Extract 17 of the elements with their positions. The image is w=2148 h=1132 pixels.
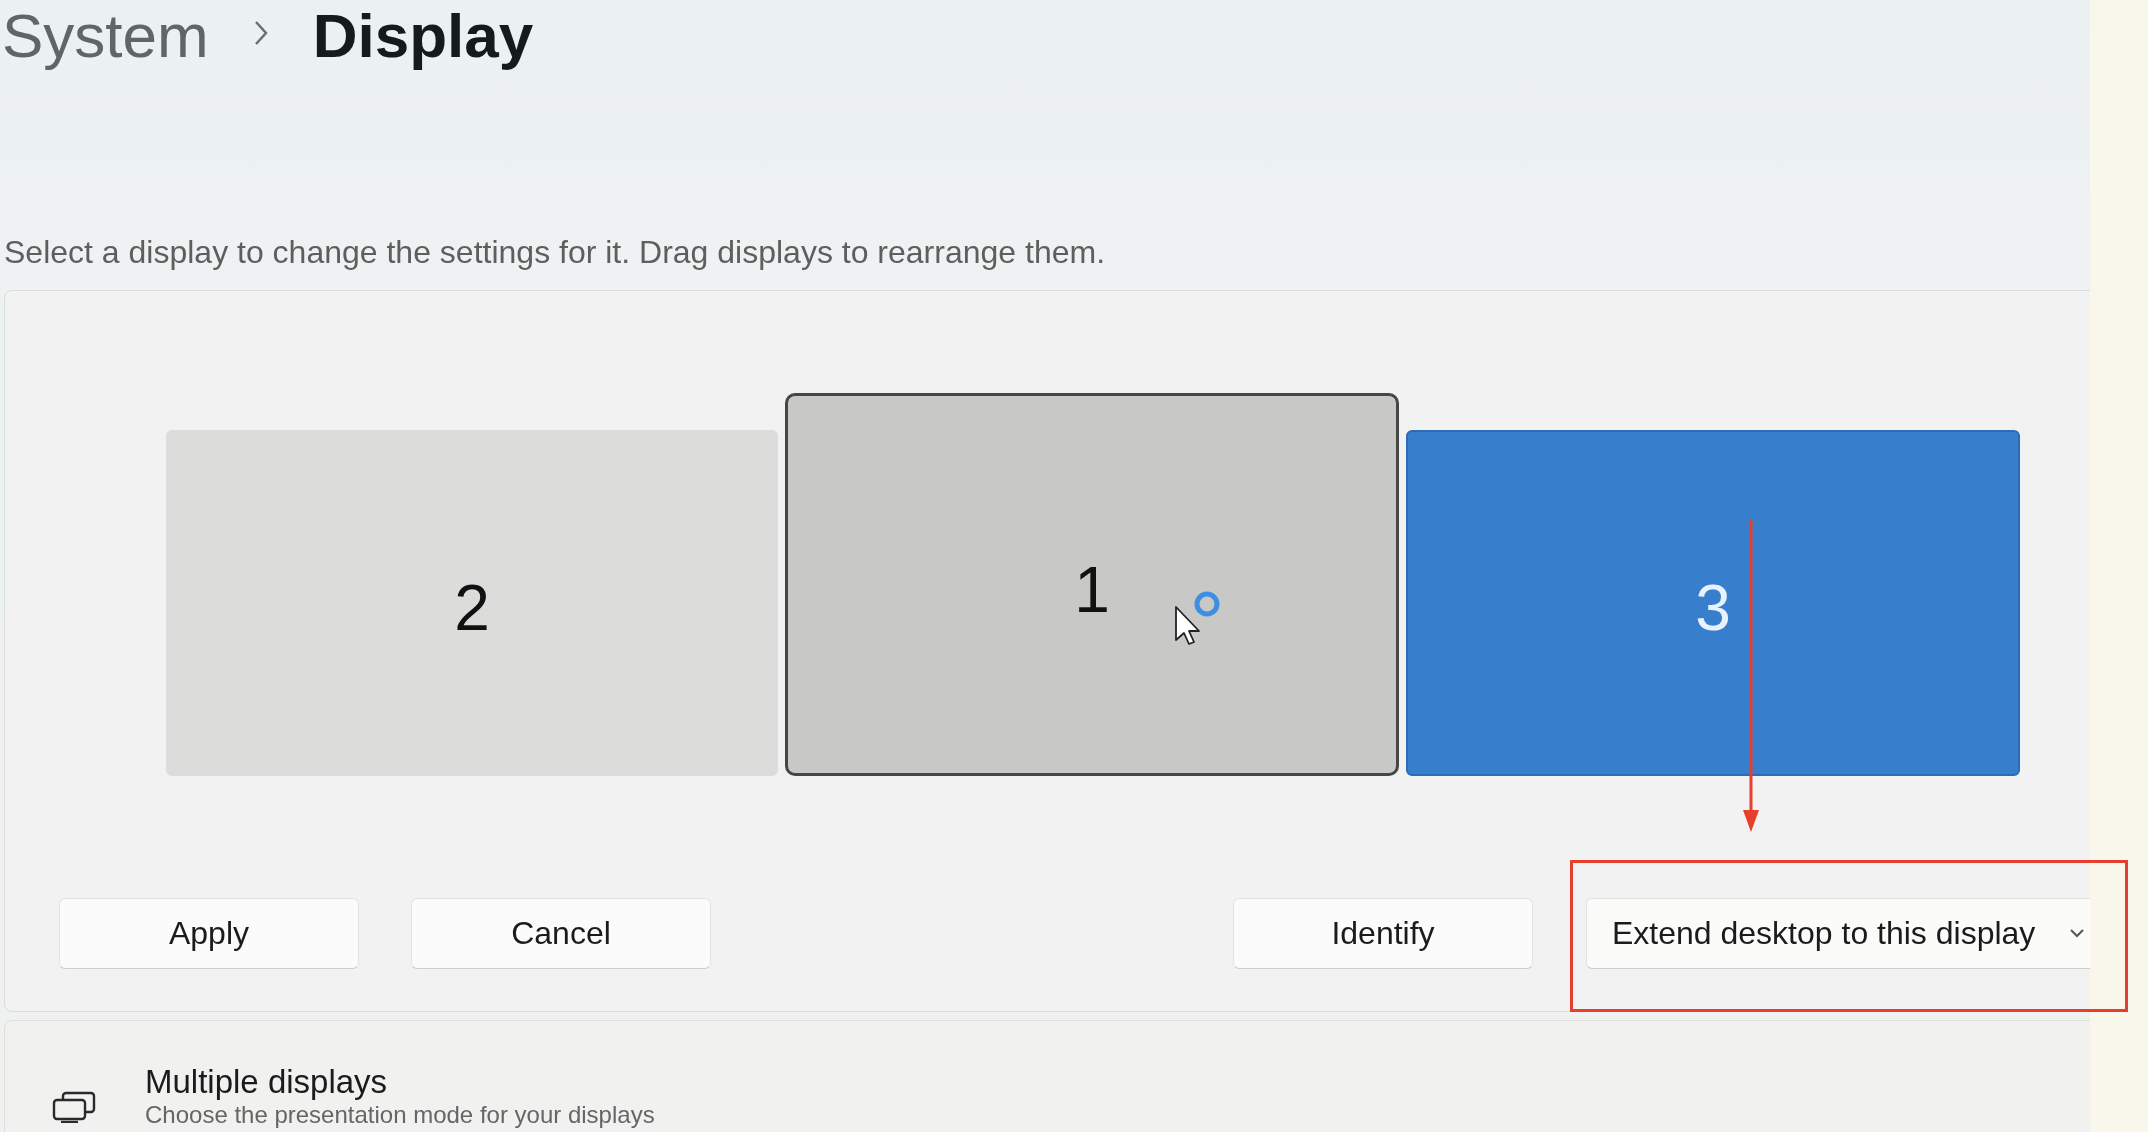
mode-dropdown[interactable]: Extend desktop to this display [1586,898,2090,969]
card-title: Multiple displays [145,1063,389,1101]
settings-card[interactable]: Multiple displays Choose the presentation mode for your displays [4,1020,2090,1132]
identify-button[interactable]: Identify [1233,898,1533,969]
display-tile[interactable]: 1 [785,393,1399,776]
display-tile[interactable]: 3 [1406,430,2020,776]
breadcrumb-link[interactable]: System [2,0,209,72]
display-tile[interactable]: 2 [166,430,778,776]
description-text: Select a display to change the settings for it. Drag displays to rearrange them. [4,234,1107,271]
page-title: Display [312,0,534,72]
chevron-down-icon [2070,929,2084,938]
multiple-monitors-icon [51,1091,97,1123]
action-button[interactable]: Cancel [411,898,711,969]
action-button[interactable]: Apply [59,898,359,969]
chevron-right-icon [252,19,269,47]
card-subtitle: Choose the presentation mode for your displays [145,1101,655,1129]
busy-cursor-icon [1174,590,1220,646]
